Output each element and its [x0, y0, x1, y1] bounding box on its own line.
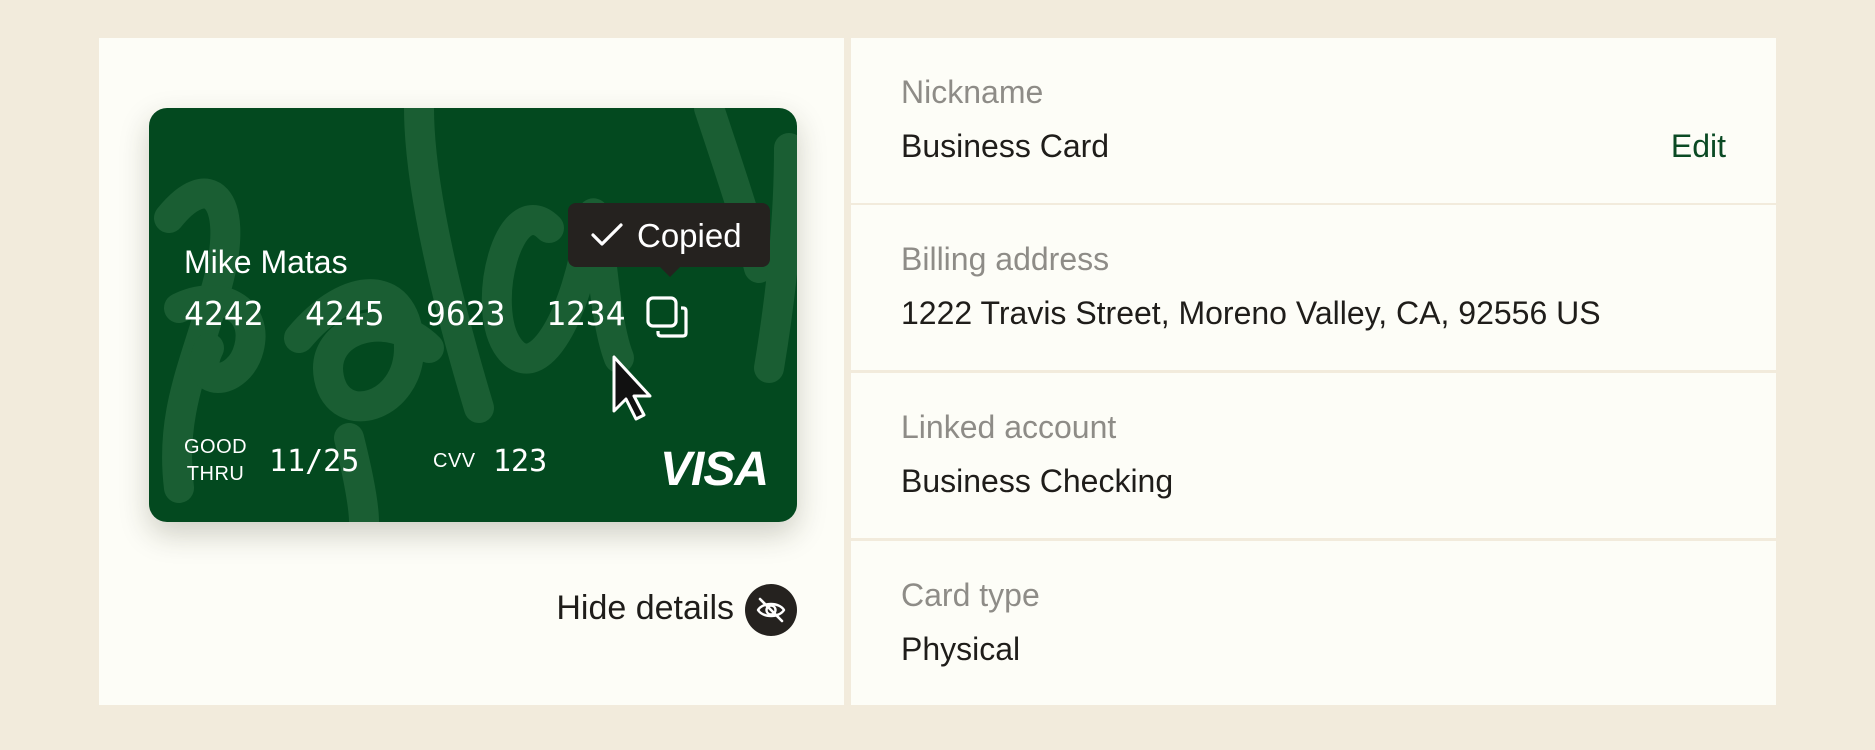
- check-icon: [591, 223, 623, 246]
- detail-value: 1222 Travis Street, Moreno Valley, CA, 9…: [901, 295, 1601, 331]
- copy-icon[interactable]: [645, 295, 689, 339]
- visa-logo: VISA: [660, 443, 769, 496]
- card-number-group: 1234: [546, 294, 626, 333]
- tooltip-text: Copied: [637, 217, 742, 254]
- detail-value: Physical: [901, 631, 1021, 667]
- virtual-card: Mike Matas 4242 4245 9623 1234 Copied GO…: [149, 108, 797, 522]
- cvv-label: CVV: [433, 450, 476, 472]
- card-number-group: 4242: [184, 294, 264, 333]
- detail-value: Business Checking: [901, 463, 1174, 499]
- card-details-list: Nickname Business Card Edit Billing addr…: [851, 38, 1776, 705]
- mouse-pointer-icon: [612, 355, 652, 421]
- detail-label: Nickname: [901, 74, 1044, 110]
- good-thru-line: THRU: [186, 463, 245, 485]
- good-thru-line: GOOD: [184, 436, 248, 458]
- copied-tooltip: Copied: [568, 203, 770, 277]
- hide-details-label: Hide details: [556, 589, 734, 627]
- cvv-value: 123: [493, 444, 548, 479]
- detail-row-nickname: Nickname Business Card Edit: [851, 38, 1776, 203]
- detail-value: Business Card: [901, 128, 1110, 164]
- card-preview-pane: Mike Matas 4242 4245 9623 1234 Copied GO…: [99, 38, 844, 705]
- expiry-date: 11/25: [269, 444, 360, 479]
- cardholder-name: Mike Matas: [184, 244, 348, 280]
- detail-label: Card type: [901, 577, 1040, 613]
- edit-nickname-button[interactable]: Edit: [1671, 128, 1726, 165]
- card-details-panel: Mike Matas 4242 4245 9623 1234 Copied GO…: [99, 38, 1776, 705]
- hide-details-button[interactable]: Hide details: [546, 581, 797, 637]
- card-number-group: 9623: [426, 294, 506, 333]
- detail-row-linked-account: Linked account Business Checking: [851, 373, 1776, 538]
- good-thru-label: GOOD THRU: [184, 434, 247, 488]
- detail-label: Linked account: [901, 409, 1117, 445]
- eye-off-icon: [745, 584, 797, 636]
- detail-label: Billing address: [901, 241, 1110, 277]
- detail-row-billing-address: Billing address 1222 Travis Street, More…: [851, 205, 1776, 370]
- detail-row-card-type: Card type Physical: [851, 541, 1776, 705]
- card-number-group: 4245: [305, 294, 385, 333]
